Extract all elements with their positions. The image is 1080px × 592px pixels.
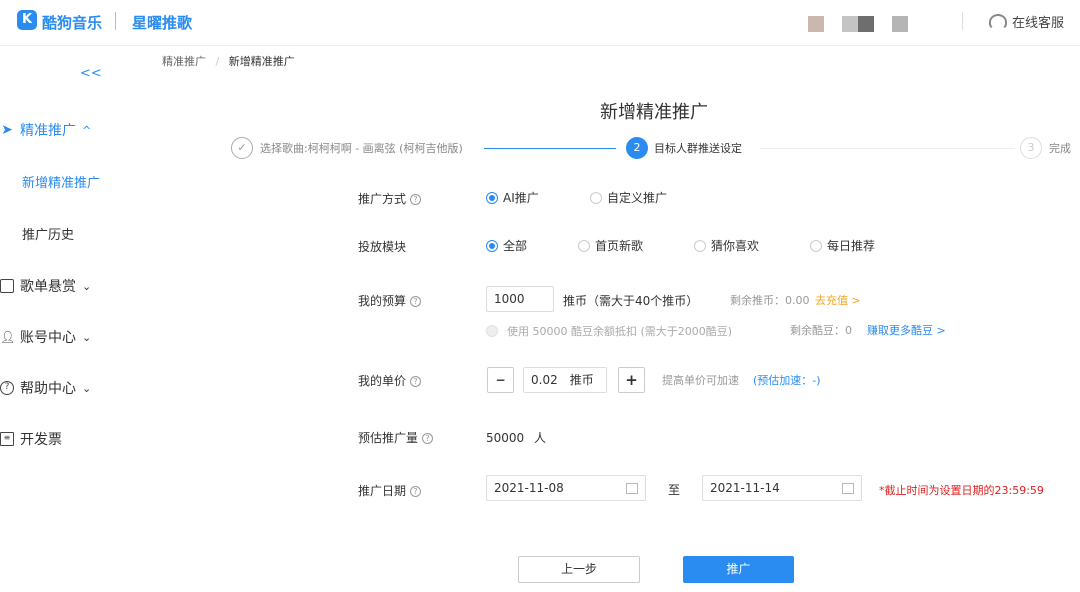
calendar-icon (626, 483, 638, 494)
sidebar-item-label: 账号中心 (20, 330, 76, 346)
estimate-value: 50000 人 (486, 431, 547, 445)
chevron-down-icon: ⌄ (82, 279, 92, 293)
beans-balance: 剩余酷豆：0 (790, 324, 852, 337)
budget-input[interactable]: 1000 (486, 286, 554, 312)
price-hint: 提高单价可加速 (662, 374, 739, 387)
radio-module-guess-you-like[interactable]: 猜你喜欢 (694, 237, 759, 254)
step-done-check-icon: ✓ (231, 137, 253, 159)
use-beans-checkbox[interactable]: 使用 50000 酷豆余额抵扣 (需大于2000酷豆) (486, 323, 732, 339)
coin-balance: 剩余推币：0.00 (730, 294, 810, 307)
date-separator: 至 (668, 483, 681, 497)
unit-price-label: 我的单价? (358, 372, 422, 389)
brand-name[interactable]: 酷狗音乐 (42, 12, 102, 33)
speedup-estimate: (预估加速：-) (753, 374, 821, 387)
avatar-blur (808, 16, 824, 32)
step-1-label: 选择歌曲:柯柯柯啊 - 画离弦 (柯柯吉他版) (260, 142, 463, 155)
estimate-label: 预估推广量? (358, 429, 434, 446)
product-name: 星曜推歌 (132, 14, 193, 32)
radio-custom-promotion[interactable]: 自定义推广 (590, 189, 667, 206)
send-icon: ➤ (1, 122, 13, 138)
sidebar-item-help[interactable]: ? 帮助中心 ⌄ (0, 378, 91, 398)
breadcrumb-parent[interactable]: 精准推广 (162, 55, 206, 68)
increase-price-button[interactable]: + (618, 367, 645, 393)
radio-ai-promotion[interactable]: AI推广 (486, 189, 539, 206)
unit-price-value: 0.02 (531, 373, 558, 387)
submit-promote-button[interactable]: 推广 (683, 556, 794, 583)
end-date-input[interactable]: 2021-11-14 (702, 475, 862, 501)
sidebar-item-label: 帮助中心 (20, 381, 76, 397)
online-support-button[interactable]: 在线客服 (989, 12, 1064, 31)
deadline-note: *截止时间为设置日期的23:59:59 (879, 484, 1044, 497)
sidebar-item-playlist-bounty[interactable]: 歌单悬赏 ⌄ (0, 276, 91, 296)
step-connector (760, 148, 1015, 149)
invoice-icon: ≡ (0, 432, 14, 446)
decrease-price-button[interactable]: − (487, 367, 514, 393)
earn-beans-link[interactable]: 赚取更多酷豆 > (867, 322, 946, 338)
sidebar-item-label: 精准推广 (20, 123, 76, 139)
avatar-blur (842, 16, 858, 32)
headset-icon (989, 13, 1007, 30)
top-header: K 酷狗音乐 星曜推歌 在线客服 (0, 0, 1080, 46)
sidebar-item-precise-promotion[interactable]: ➤ 精准推广 ^ (0, 120, 91, 140)
chevron-up-icon: ^ (82, 123, 92, 137)
step-3-label: 完成 (1049, 142, 1071, 155)
kugou-logo-icon: K (17, 10, 37, 30)
sidebar-item-account[interactable]: 👤︎ 账号中心 ⌄ (0, 327, 91, 347)
step-connector (484, 148, 616, 149)
user-icon: 👤︎ (0, 330, 16, 344)
help-icon: ? (422, 433, 434, 444)
unit-price-unit: 推币 (569, 373, 594, 387)
sidebar-item-history[interactable]: 推广历史 (22, 224, 74, 243)
help-icon: ? (0, 381, 14, 395)
module-label: 投放模块 (358, 240, 407, 254)
sidebar-item-label: 开发票 (20, 432, 62, 448)
sidebar-item-invoice[interactable]: ≡ 开发票 (0, 429, 62, 449)
step-2-number: 2 (626, 137, 648, 159)
help-icon: ? (410, 296, 422, 307)
radio-module-all[interactable]: 全部 (486, 237, 527, 254)
divider (115, 12, 116, 30)
budget-unit: 推币（需大于40个推币） (563, 294, 699, 308)
step-3-number: 3 (1020, 137, 1042, 159)
chevron-down-icon: ⌄ (82, 381, 92, 395)
unit-price-input[interactable]: 0.02 推币 (523, 367, 607, 393)
breadcrumb: 精准推广 / 新增精准推广 (162, 55, 295, 68)
help-icon: ? (410, 194, 422, 205)
help-icon: ? (410, 376, 422, 387)
radio-module-daily[interactable]: 每日推荐 (810, 237, 875, 254)
date-label: 推广日期? (358, 482, 422, 499)
previous-step-button[interactable]: 上一步 (518, 556, 640, 583)
chevron-down-icon: ⌄ (82, 330, 92, 344)
budget-label: 我的预算? (358, 292, 422, 309)
avatar-blur (892, 16, 908, 32)
page-title: 新增精准推广 (600, 102, 708, 123)
promo-mode-label: 推广方式? (358, 190, 422, 207)
support-label: 在线客服 (1012, 16, 1065, 31)
sidebar-item-new-promotion[interactable]: 新增精准推广 (22, 172, 100, 191)
collapse-sidebar-button[interactable]: << (80, 66, 102, 81)
calendar-icon (842, 483, 854, 494)
start-date-input[interactable]: 2021-11-08 (486, 475, 646, 501)
clipboard-icon (0, 279, 14, 293)
divider (962, 12, 963, 30)
sidebar-item-label: 歌单悬赏 (20, 279, 76, 295)
radio-module-homepage-new[interactable]: 首页新歌 (578, 237, 643, 254)
avatar-blur (858, 16, 874, 32)
help-icon: ? (410, 486, 422, 497)
step-2-label: 目标人群推送设定 (654, 142, 742, 155)
recharge-link[interactable]: 去充值 > (815, 292, 861, 308)
breadcrumb-current: 新增精准推广 (228, 55, 295, 68)
